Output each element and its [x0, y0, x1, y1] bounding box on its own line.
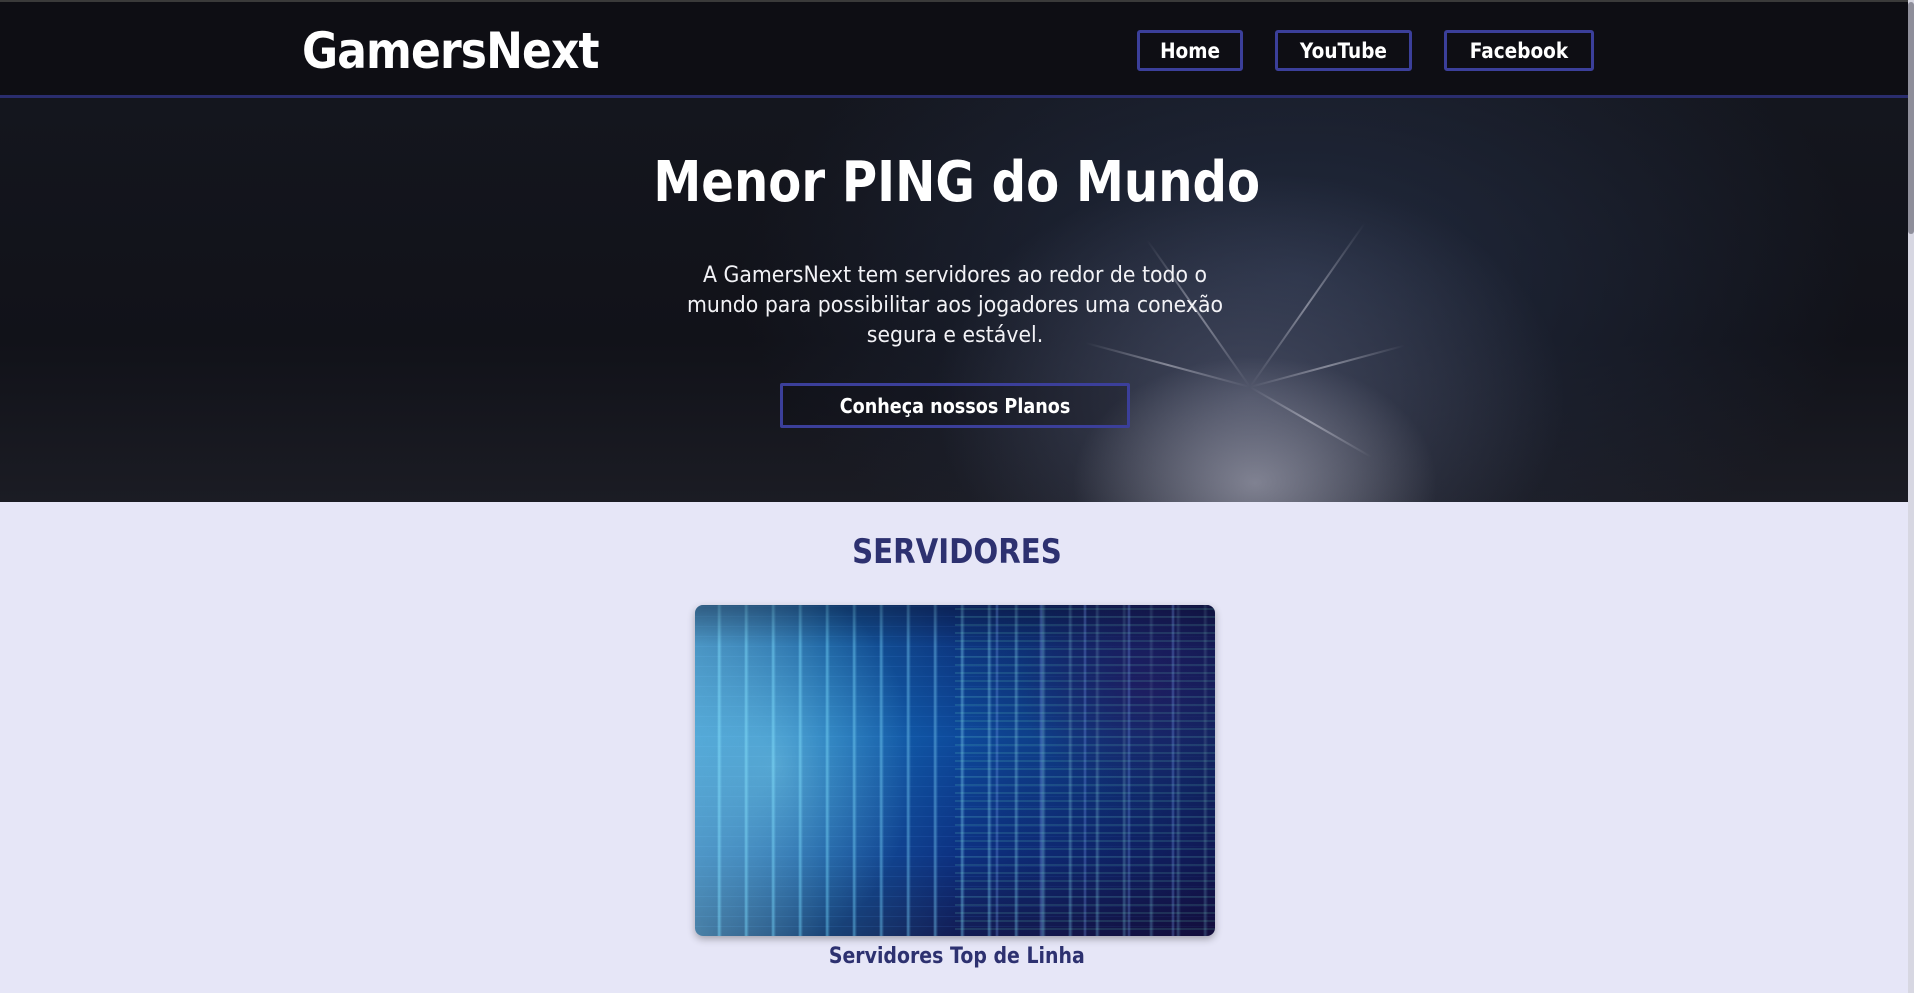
- servers-section-title: SERVIDORES: [852, 532, 1062, 572]
- page: GamersNext Home YouTube Facebook Menor P…: [0, 0, 1914, 993]
- image-server-lights: [955, 605, 1215, 936]
- nav-home-label: Home: [1160, 38, 1221, 63]
- site-header: GamersNext Home YouTube Facebook: [0, 0, 1914, 98]
- plans-cta-button[interactable]: Conheça nossos Planos: [780, 383, 1130, 428]
- main-nav: Home YouTube Facebook: [1137, 30, 1594, 71]
- light-ray: [1249, 222, 1366, 388]
- scrollbar[interactable]: [1908, 0, 1914, 993]
- light-ray: [1249, 386, 1372, 458]
- scrollbar-thumb[interactable]: [1908, 2, 1914, 234]
- hero-title: Menor PING do Mundo: [653, 150, 1261, 215]
- site-logo[interactable]: GamersNext: [302, 22, 600, 80]
- server-rack-image: [695, 605, 1215, 936]
- hero-description: A GamersNext tem servidores ao redor de …: [686, 263, 1224, 348]
- plans-cta-label: Conheça nossos Planos: [839, 393, 1071, 418]
- hero-banner: Menor PING do Mundo A GamersNext tem ser…: [0, 98, 1914, 502]
- nav-youtube-button[interactable]: YouTube: [1275, 30, 1413, 71]
- nav-home-button[interactable]: Home: [1137, 30, 1244, 71]
- server-card-caption: Servidores Top de Linha: [829, 944, 1085, 969]
- nav-facebook-button[interactable]: Facebook: [1444, 30, 1594, 71]
- nav-youtube-label: YouTube: [1300, 38, 1388, 63]
- nav-facebook-label: Facebook: [1469, 38, 1569, 63]
